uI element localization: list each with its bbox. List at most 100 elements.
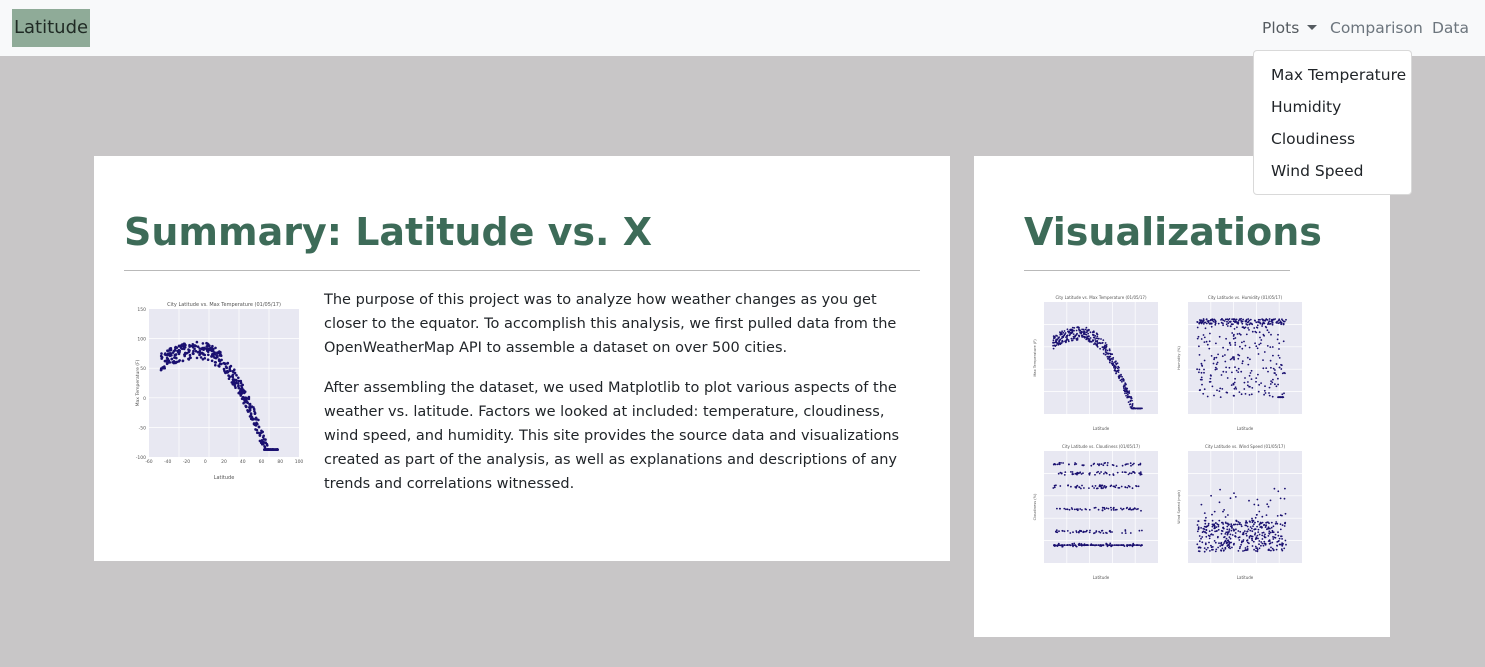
scatter-point [1119,379,1122,382]
scatter-point [1272,538,1275,540]
scatter-point [1247,318,1250,320]
scatter-point [219,350,222,354]
scatter-point [1280,368,1283,370]
scatter-point [1072,333,1075,335]
scatter-point [1268,540,1271,542]
plot-xlabel: Latitude [214,475,235,481]
dropdown-item-humidity[interactable]: Humidity [1254,91,1411,123]
scatter-point [1076,473,1078,476]
scatter-point [241,388,245,391]
scatter-point [1244,547,1247,549]
scatter-point [1233,492,1235,495]
scatter-point [1058,461,1061,464]
scatter-point [1242,533,1245,536]
nav-data-link[interactable]: Data [1432,18,1469,38]
scatter-point [1279,320,1282,323]
cloudiness-plot-thumbnail[interactable]: City Latitude vs. Cloudiness (01/05/17) L… [1032,441,1162,581]
scatter-point [1103,345,1106,348]
scatter-point [1206,395,1209,398]
scatter-point [163,359,167,363]
scatter-point [1069,532,1072,534]
scatter-point [1243,530,1246,532]
scatter-point [1120,507,1122,510]
scatter-point [1066,530,1069,532]
scatter-point [1285,543,1287,546]
scatter-point [1102,352,1105,355]
scatter-point [1227,514,1229,516]
dropdown-item-max-temperature[interactable]: Max Temperature [1254,59,1411,91]
wind-speed-plot-thumbnail[interactable]: City Latitude vs. Wind Speed (01/05/17) L… [1176,441,1306,581]
scatter-point [1102,487,1104,490]
scatter-point [1067,484,1069,487]
scatter-point [1079,331,1081,334]
scatter-point [1239,318,1241,321]
dropdown-item-cloudiness[interactable]: Cloudiness [1254,123,1411,155]
scatter-point [1278,396,1281,399]
scatter-point [1283,547,1286,550]
scatter-point [1209,322,1212,325]
scatter-point [1130,464,1132,467]
scatter-point [1210,325,1213,328]
scatter-point [1263,351,1266,353]
scatter-point [231,373,235,377]
scatter-point [1230,384,1233,386]
scatter-point [1093,544,1095,546]
scatter-point [264,438,267,441]
nav-comparison-link[interactable]: Comparison [1330,18,1423,38]
scatter-point [1110,545,1112,548]
scatter-point [1081,331,1083,334]
scatter-point [1278,322,1281,324]
scatter-point [1055,484,1057,487]
brand-link[interactable]: Latitude [12,9,91,47]
scatter-point [1085,333,1088,336]
scatter-point [1259,336,1261,339]
scatter-point [1127,485,1130,487]
scatter-point [1063,530,1066,533]
scatter-point [1274,522,1277,525]
scatter-point [1225,366,1227,369]
scatter-point [1078,328,1080,331]
scatter-point [1239,345,1241,348]
scatter-point [1055,334,1057,337]
scatter-point [198,351,202,355]
scatter-point [1127,463,1129,465]
scatter-point [1220,374,1223,376]
scatter-point [1251,535,1254,538]
scatter-point [1112,485,1115,488]
scatter-point [1249,534,1252,537]
scatter-point [1231,534,1234,536]
plots-dropdown-menu: Max Temperature Humidity Cloudiness Wind… [1253,50,1412,195]
scatter-point [1225,542,1228,545]
scatter-point [1226,325,1229,327]
scatter-point [1096,333,1099,336]
scatter-point [1106,544,1109,546]
scatter-point [1249,385,1251,388]
scatter-point [1137,544,1139,546]
scatter-point [229,369,232,372]
scatter-point [1210,355,1213,357]
humidity-plot-thumbnail[interactable]: City Latitude vs. Humidity (01/05/17) Lat… [1176,292,1306,432]
scatter-point [1284,487,1286,490]
scatter-point [1198,354,1201,356]
scatter-point [1078,486,1080,488]
scatter-point [1240,319,1242,322]
x-tick-label: 60 [259,459,265,465]
scatter-point [1220,549,1223,552]
scatter-point [1099,544,1101,546]
plots-dropdown-toggle[interactable]: Plots [1262,18,1318,38]
scatter-point [244,405,248,409]
scatter-point [1268,394,1271,397]
temperature-plot-thumbnail[interactable]: City Latitude vs. Max Temperature (01/05… [1032,292,1162,432]
scatter-point [1094,342,1096,344]
scatter-point [1257,320,1259,323]
dropdown-item-wind-speed[interactable]: Wind Speed [1254,155,1411,187]
scatter-point [1094,340,1097,343]
scatter-point [1220,318,1223,321]
scatter-point [1078,334,1080,337]
scatter-point [249,413,253,417]
scatter-point [1110,509,1113,511]
plot-ylabel: Wind Speed (mph) [1177,490,1181,524]
scatter-point [1277,396,1279,399]
scatter-point [1202,323,1205,325]
scatter-point [1199,389,1202,391]
